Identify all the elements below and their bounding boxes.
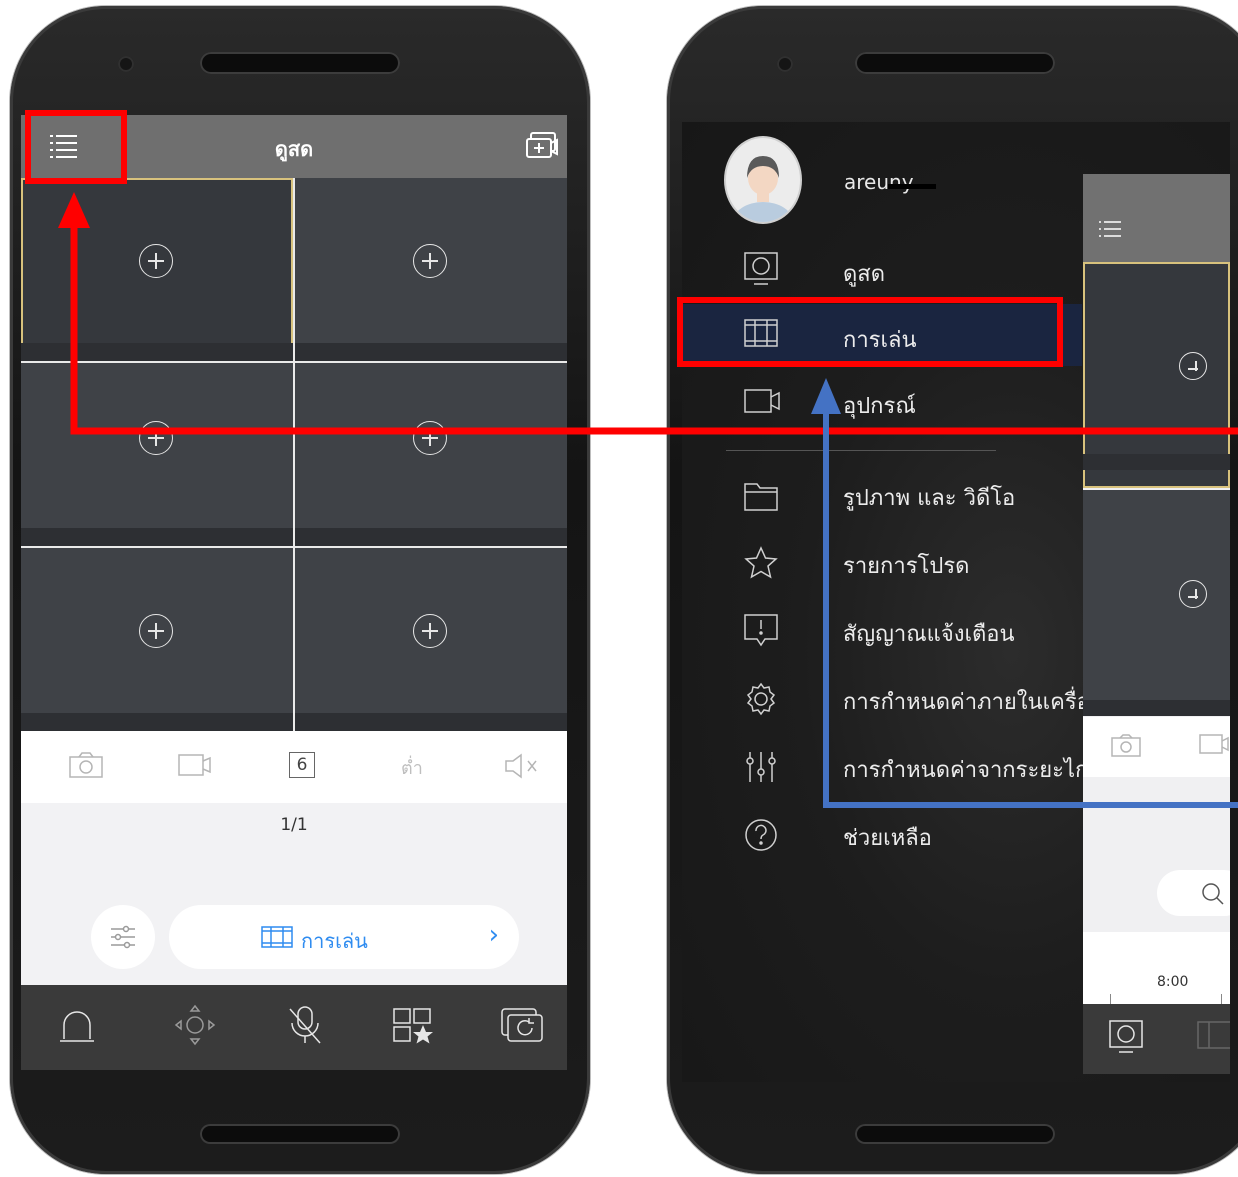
menu-label: รูปภาพ และ วิดีโอ [843, 486, 1016, 511]
camera-snapshot-icon[interactable] [69, 751, 103, 779]
menu-label: ดูสด [843, 262, 886, 287]
camera-slot-5[interactable] [21, 548, 293, 731]
preview-bottom-bar [1083, 1004, 1230, 1074]
menu-label: การกำหนดค่าจากระยะไกล [843, 758, 1102, 783]
chevron-right-icon: › [488, 920, 499, 950]
main-screen-preview[interactable]: 8:00 [1083, 174, 1230, 1074]
playback-label: การเล่น [301, 929, 368, 953]
side-menu-screen: areuny ดูสด การเล่น อุปกรณ์ รูปภาพ และ ว… [682, 122, 1230, 1082]
menu-item-remote-settings[interactable]: การกำหนดค่าจากระยะไกล [682, 736, 1102, 798]
menu-item-favorites[interactable]: รายการโปรด [682, 532, 1082, 594]
earpiece [200, 52, 400, 74]
menu-divider [726, 450, 996, 451]
add-camera-icon[interactable] [139, 421, 173, 455]
camera-slot-1[interactable] [21, 178, 293, 361]
add-camera-icon [1179, 580, 1207, 608]
add-camera-icon[interactable] [413, 421, 447, 455]
add-camera-icon[interactable] [139, 244, 173, 278]
help-icon [745, 819, 777, 851]
playback-button[interactable]: การเล่น › [169, 905, 519, 969]
playback-refresh-icon[interactable] [501, 1007, 545, 1045]
menu-label: การเล่น [843, 328, 917, 353]
live-view-screen: ดูสด 6 ต่ำ 1/1 การเล่น › [21, 115, 567, 1070]
multi-screen-icon[interactable] [525, 131, 561, 161]
film-icon [261, 926, 293, 948]
ptz-icon[interactable] [173, 1003, 217, 1047]
username: areuny [844, 170, 914, 194]
menu-label: สัญญาณแจ้งเตือน [843, 622, 1015, 647]
menu-item-live-view[interactable]: ดูสด [682, 238, 1082, 300]
preview-search [1157, 870, 1230, 916]
name-redaction [888, 184, 936, 189]
folder-icon [744, 483, 778, 511]
bottom-speaker [855, 1124, 1055, 1144]
camera-grid [21, 178, 567, 731]
settings-sliders-icon [111, 925, 135, 949]
preview-toolbar [1083, 717, 1230, 777]
mic-off-icon[interactable] [287, 1005, 323, 1047]
stream-quality-button[interactable]: ต่ำ [401, 753, 423, 782]
preview-camera-slot [1083, 490, 1230, 716]
camera-device-icon [744, 389, 780, 413]
film-icon [1197, 1021, 1230, 1049]
menu-item-devices[interactable]: อุปกรณ์ [682, 372, 1082, 434]
alarm-icon[interactable] [59, 1009, 95, 1045]
add-camera-icon[interactable] [413, 244, 447, 278]
camera-slot-6[interactable] [295, 548, 567, 731]
video-record-icon[interactable] [178, 753, 212, 779]
front-camera [777, 56, 793, 72]
star-icon [744, 546, 778, 579]
sliders-icon [746, 752, 776, 782]
mute-icon[interactable] [504, 753, 542, 779]
menu-item-help[interactable]: ช่วยเหลือ [682, 804, 1082, 866]
page-title: ดูสด [274, 137, 314, 161]
bottom-speaker [200, 1124, 400, 1144]
page-indicator: 1/1 [280, 815, 308, 835]
split-count-button[interactable]: 6 [289, 752, 315, 778]
favorites-icon[interactable] [393, 1007, 435, 1045]
camera-slot-4[interactable] [295, 363, 567, 546]
user-avatar-icon [733, 156, 793, 222]
camera-snapshot-icon [1111, 734, 1141, 757]
video-record-icon [1199, 734, 1229, 754]
menu-label: รายการโปรด [843, 554, 970, 579]
gear-icon [746, 682, 776, 716]
menu-item-playback[interactable]: การเล่น [682, 304, 1082, 366]
menu-item-alarms[interactable]: สัญญาณแจ้งเตือน [682, 600, 1082, 662]
avatar[interactable] [724, 136, 802, 224]
menu-icon [1099, 221, 1121, 237]
menu-item-local-settings[interactable]: การกำหนดค่าภายในเครื่อง [682, 668, 1101, 730]
front-camera [118, 56, 134, 72]
menu-item-media[interactable]: รูปภาพ และ วิดีโอ [682, 464, 1082, 526]
menu-label: ช่วยเหลือ [843, 826, 932, 851]
add-camera-icon[interactable] [139, 614, 173, 648]
live-toolbar: 6 ต่ำ [21, 731, 567, 803]
preview-header [1083, 174, 1230, 262]
bottom-control-bar [21, 985, 567, 1070]
earpiece [855, 52, 1055, 74]
monitor-icon [1109, 1020, 1143, 1053]
settings-button[interactable] [91, 905, 155, 969]
add-camera-icon [1179, 352, 1207, 380]
camera-slot-3[interactable] [21, 363, 293, 546]
search-icon [1202, 883, 1224, 905]
live-view-header: ดูสด [21, 115, 567, 178]
add-camera-icon[interactable] [413, 614, 447, 648]
camera-slot-2[interactable] [295, 178, 567, 361]
monitor-icon [744, 252, 778, 285]
preview-timeline: 8:00 [1083, 932, 1230, 1004]
menu-label: การกำหนดค่าภายในเครื่อง [843, 690, 1101, 715]
menu-label: อุปกรณ์ [843, 394, 916, 419]
timeline-label: 8:00 [1157, 974, 1189, 990]
alert-icon [744, 614, 778, 647]
preview-camera-slot [1083, 262, 1230, 488]
film-icon [744, 319, 778, 347]
